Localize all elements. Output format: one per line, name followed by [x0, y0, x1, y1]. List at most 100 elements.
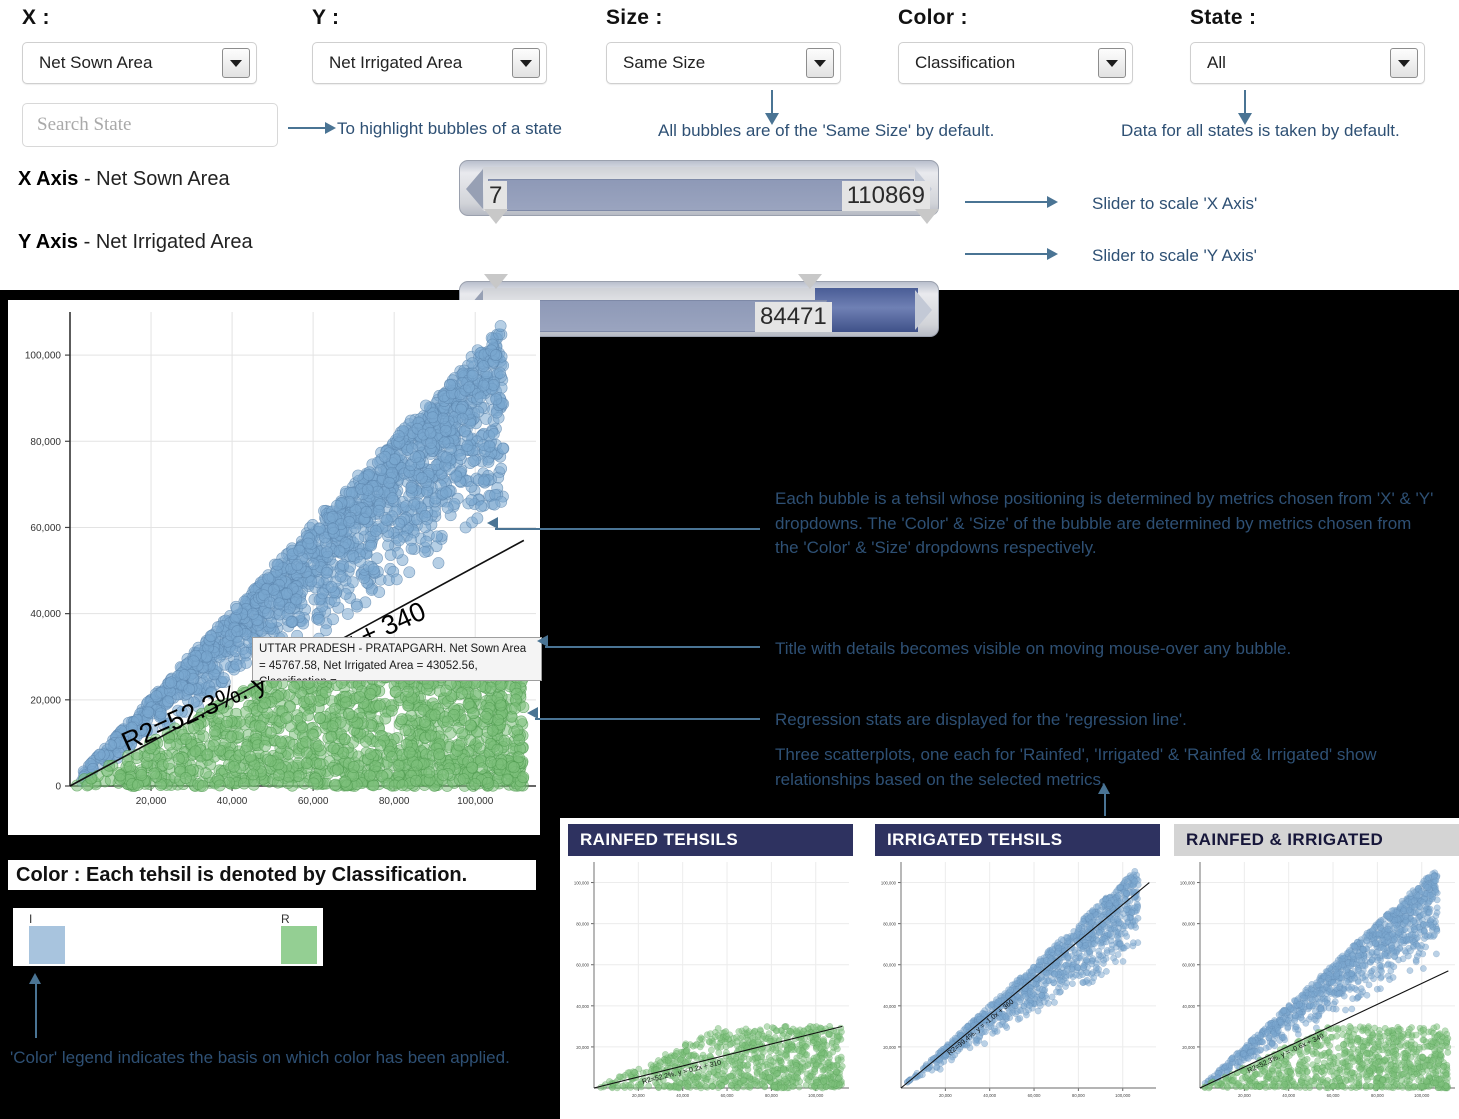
- legend-note: 'Color' legend indicates the basis on wh…: [10, 1048, 510, 1067]
- chevron-down-icon[interactable]: [1390, 48, 1418, 78]
- size-note: All bubbles are of the 'Same Size' by de…: [658, 121, 995, 140]
- tooltip-note: Title with details becomes visible on mo…: [775, 639, 1292, 658]
- x-slider-right-handle[interactable]: [915, 209, 939, 224]
- legend-label-r: R: [281, 912, 290, 926]
- y-slider-note: Slider to scale 'Y Axis': [1092, 246, 1257, 265]
- svg-text:20,000: 20,000: [939, 1093, 952, 1098]
- panel-rainfed-irrigated-svg: 20,00020,00040,00040,00060,00060,00080,0…: [1180, 862, 1455, 1098]
- svg-text:80,000: 80,000: [576, 922, 589, 927]
- legend-swatch-r[interactable]: [281, 926, 317, 964]
- panel-rainfed-irrigated[interactable]: RAINFED & IRRIGATED 20,000 20,000 40,000 40…: [1174, 824, 1459, 1114]
- panel-rainfed[interactable]: RAINFED TEHSILS 20,000 20,000 40,000 40,000…: [568, 824, 853, 1114]
- panel-rainfed-header: RAINFED TEHSILS: [568, 824, 853, 856]
- panel-rainfed-irrigated-header: RAINFED & IRRIGATED: [1174, 824, 1459, 856]
- bubble-tooltip: UTTAR PRADESH - PRATAPGARH. Net Sown Are…: [252, 637, 542, 681]
- svg-text:60,000: 60,000: [298, 796, 329, 807]
- chevron-down-icon[interactable]: [1098, 48, 1126, 78]
- y-slider-max-value: 84471: [755, 302, 832, 332]
- x-dropdown-label: X :: [22, 6, 50, 29]
- x-slider-left-handle[interactable]: [484, 209, 508, 224]
- svg-text:100,000: 100,000: [881, 881, 897, 886]
- color-legend-title-bar: Color : Each tehsil is denoted by Classi…: [8, 860, 536, 890]
- x-slider-min-value: 7: [484, 181, 508, 211]
- panel-irrigated-svg: 20,000 20,000 40,000 40,000 60,000 60,000 80,0…: [881, 862, 1156, 1098]
- svg-text:80,000: 80,000: [1072, 1093, 1085, 1098]
- svg-text:100,000: 100,000: [1115, 1093, 1131, 1098]
- svg-text:40,000: 40,000: [576, 1004, 589, 1009]
- y-slider-note-arrow-head: [1047, 248, 1058, 260]
- svg-text:40,000: 40,000: [883, 1004, 896, 1009]
- svg-text:40,000: 40,000: [217, 796, 248, 807]
- x-axis-slider-title-bold: X Axis: [18, 168, 79, 190]
- color-dropdown-label: Color :: [898, 6, 968, 29]
- main-scatter-svg: 0 20,000 40,000 60,000 80,000 100,000 20,000 40…: [25, 312, 536, 807]
- search-note-arrow-head: [325, 122, 336, 134]
- color-dropdown[interactable]: Classification: [898, 42, 1133, 84]
- color-dropdown-value: Classification: [915, 53, 1016, 72]
- regression-note: Regression stats are displayed for the '…: [775, 710, 1187, 729]
- size-dropdown-value: Same Size: [623, 53, 706, 72]
- svg-text:100,000: 100,000: [457, 796, 494, 807]
- bubble-note: Each bubble is a tehsil whose positionin…: [775, 489, 1434, 558]
- bubble-note-arrow-line: [495, 528, 760, 530]
- svg-text:60,000: 60,000: [721, 1093, 734, 1098]
- legend-label-i: I: [29, 912, 33, 926]
- control-panel: X : Net Sown Area Y : Net Irrigated Area…: [0, 0, 1459, 337]
- x-slider-note-arrow-head: [1047, 196, 1058, 208]
- legend-swatch-i[interactable]: [29, 926, 65, 964]
- panels-note-arrow-head: [1098, 783, 1110, 794]
- svg-text:40,000: 40,000: [676, 1093, 689, 1098]
- y-slider-left-handle[interactable]: [484, 274, 508, 289]
- svg-text:80,000: 80,000: [765, 1093, 778, 1098]
- svg-text:40,000: 40,000: [983, 1093, 996, 1098]
- size-dropdown[interactable]: Same Size: [606, 42, 841, 84]
- chevron-down-icon[interactable]: [512, 48, 540, 78]
- svg-text:20,000: 20,000: [576, 1045, 589, 1050]
- main-scatter-chart[interactable]: 0 20,000 40,000 60,000 80,000 100,000 20,000 40…: [8, 300, 540, 835]
- search-state-input[interactable]: Search State: [22, 103, 278, 147]
- svg-text:60,000: 60,000: [30, 523, 61, 534]
- panel-irrigated-header: IRRIGATED TEHSILS: [875, 824, 1160, 856]
- y-axis-slider-title-rest: - Net Irrigated Area: [78, 231, 253, 253]
- svg-text:80,000: 80,000: [883, 922, 896, 927]
- x-dropdown-value: Net Sown Area: [39, 53, 153, 72]
- panels-note: Three scatterplots, one each for 'Rainfe…: [775, 745, 1377, 789]
- bubble-note-arrow-head: [487, 517, 498, 529]
- svg-text:100,000: 100,000: [808, 1093, 824, 1098]
- state-dropdown-value: All: [1207, 53, 1226, 72]
- svg-text:100,000: 100,000: [25, 351, 62, 362]
- x-dropdown[interactable]: Net Sown Area: [22, 42, 257, 84]
- bubble-tooltip-text: UTTAR PRADESH - PRATAPGARH. Net Sown Are…: [259, 643, 527, 680]
- y-dropdown-label: Y :: [312, 6, 340, 29]
- chevron-down-icon[interactable]: [222, 48, 250, 78]
- svg-text:0: 0: [55, 782, 61, 793]
- search-note: To highlight bubbles of a state: [337, 119, 562, 138]
- size-dropdown-label: Size :: [606, 6, 663, 29]
- chevron-down-icon[interactable]: [806, 48, 834, 78]
- color-legend-title: Color : Each tehsil is denoted by Classi…: [16, 863, 468, 886]
- svg-text:80,000: 80,000: [379, 796, 410, 807]
- y-dropdown[interactable]: Net Irrigated Area: [312, 42, 547, 84]
- svg-text:60,000: 60,000: [1028, 1093, 1041, 1098]
- x-axis-slider-title: X Axis - Net Sown Area: [18, 168, 230, 191]
- y-dropdown-value: Net Irrigated Area: [329, 53, 463, 72]
- svg-text:20,000: 20,000: [136, 796, 167, 807]
- search-state-placeholder: Search State: [37, 114, 132, 135]
- y-slider-right-handle[interactable]: [798, 274, 822, 289]
- x-slider-max-value: 110869: [841, 181, 930, 211]
- svg-text:60,000: 60,000: [883, 963, 896, 968]
- search-note-arrow-line: [288, 127, 328, 129]
- regression-note-arrow-head: [527, 707, 538, 719]
- x-axis-slider[interactable]: 7 110869: [459, 160, 939, 216]
- y-axis-slider-title: Y Axis - Net Irrigated Area: [18, 231, 253, 254]
- state-note: Data for all states is taken by default.: [1121, 121, 1400, 140]
- x-slider-note: Slider to scale 'X Axis': [1092, 194, 1258, 213]
- regression-note-arrow-line: [535, 718, 760, 720]
- state-dropdown[interactable]: All: [1190, 42, 1425, 84]
- y-axis-slider-title-bold: Y Axis: [18, 231, 79, 253]
- panel-irrigated[interactable]: IRRIGATED TEHSILS 20,000 20,000 40,000 40,0…: [875, 824, 1160, 1114]
- small-panels-container: RAINFED TEHSILS 20,000 20,000 40,000 40,000…: [560, 818, 1459, 1119]
- tooltip-note-arrow-line: [545, 646, 760, 648]
- svg-text:20,000: 20,000: [30, 695, 61, 706]
- panel-rainfed-svg: 20,000 20,000 40,000 40,000 60,000 60,000 80,0…: [574, 862, 849, 1098]
